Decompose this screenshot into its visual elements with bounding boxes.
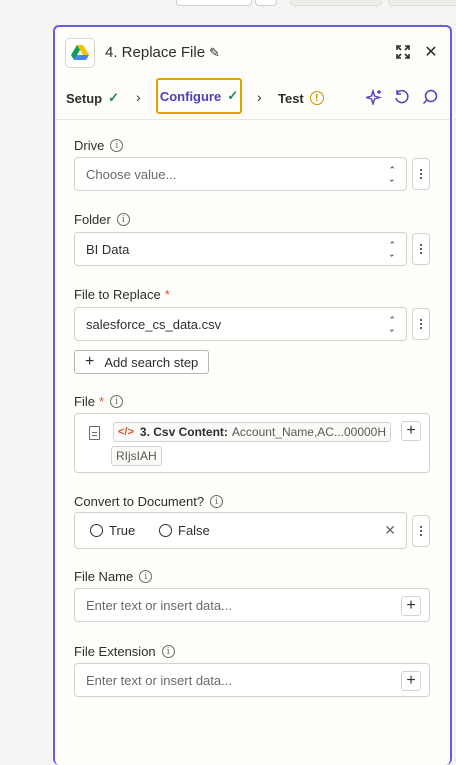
file-extension-input[interactable]: Enter text or insert data... + [74, 663, 430, 697]
ai-sparkle-icon[interactable] [365, 88, 383, 106]
mapped-value-cont: RIjsIAH [116, 449, 157, 463]
radio-circle-icon [159, 524, 172, 537]
folder-label-text: Folder [74, 212, 111, 227]
radio-true-label: True [109, 523, 136, 538]
file-extension-label-text: File Extension [74, 644, 156, 659]
toolbar-button[interactable] [255, 0, 277, 6]
file-extension-placeholder: Enter text or insert data... [86, 672, 232, 688]
expand-icon[interactable] [393, 42, 413, 62]
file-to-replace-label-text: File to Replace [74, 287, 161, 302]
check-icon: ✓ [227, 88, 239, 103]
undo-icon[interactable] [393, 88, 411, 106]
info-icon[interactable]: i [161, 645, 175, 658]
convert-label: Convert to Document? i [74, 494, 224, 509]
tab-setup[interactable]: Setup ✓ [66, 77, 119, 119]
required-mark: * [164, 287, 170, 302]
code-icon: </> [118, 426, 134, 438]
google-drive-icon [65, 38, 95, 68]
close-icon[interactable]: ✕ [421, 42, 441, 62]
mapped-step-name: 3. Csv Content: [139, 425, 228, 439]
chevron-updown-icon: ⌃ ⌃ [388, 165, 396, 184]
mapped-data-pill[interactable]: </> 3. Csv Content: Account_Name,AC...00… [113, 422, 392, 442]
file-name-placeholder: Enter text or insert data... [86, 597, 232, 613]
comment-icon[interactable] [421, 88, 439, 106]
file-to-replace-label: File to Replace * [74, 287, 170, 302]
step-editor-panel: 4. Replace File ✎ ✕ Setup ✓ › Configure … [53, 25, 452, 765]
tab-test-label: Test [278, 90, 304, 106]
warning-icon: ! [309, 91, 324, 105]
radio-false[interactable]: False [159, 523, 210, 538]
chevron-updown-icon: ⌃ ⌃ [388, 315, 396, 334]
chevron-updown-icon: ⌃ ⌃ [388, 240, 396, 259]
toolbar-button[interactable] [388, 0, 456, 6]
mapped-value: Account_Name,AC...00000H [231, 425, 387, 439]
add-search-step-label: Add search step [104, 354, 199, 370]
add-search-step-button[interactable]: + Add search step [74, 350, 210, 374]
folder-select[interactable]: BI Data ⌃ ⌃ [74, 232, 407, 266]
info-icon[interactable]: i [116, 213, 130, 226]
insert-data-plus-icon[interactable]: + [401, 596, 421, 616]
file-label: File * i [74, 394, 124, 409]
file-extension-label: File Extension i [74, 644, 175, 659]
info-icon[interactable]: i [210, 495, 224, 508]
toolbar-button[interactable] [176, 0, 252, 6]
toolbar-button[interactable] [290, 0, 382, 6]
radio-false-label: False [178, 523, 210, 538]
radio-true[interactable]: True [90, 523, 135, 538]
file-to-replace-select[interactable]: salesforce_cs_data.csv ⌃ ⌃ [74, 307, 407, 341]
radio-circle-icon [90, 524, 103, 537]
file-name-label: File Name i [74, 569, 153, 584]
tab-test[interactable]: Test ! [278, 77, 324, 119]
tab-setup-label: Setup [66, 90, 103, 106]
file-to-replace-value: salesforce_cs_data.csv [86, 316, 222, 332]
pencil-icon[interactable]: ✎ [209, 45, 220, 61]
info-icon[interactable]: i [139, 570, 153, 583]
plus-icon: + [85, 353, 95, 370]
drive-label-text: Drive [74, 138, 105, 153]
file-name-input[interactable]: Enter text or insert data... + [74, 588, 430, 622]
file-input[interactable]: </> 3. Csv Content: Account_Name,AC...00… [74, 413, 430, 473]
canvas-toolbar-fragment [0, 0, 456, 6]
insert-data-plus-icon[interactable]: + [401, 421, 421, 441]
check-icon: ✓ [108, 90, 120, 105]
folder-label: Folder i [74, 212, 130, 227]
info-icon[interactable]: i [110, 139, 124, 152]
folder-value: BI Data [86, 241, 130, 257]
chevron-right-icon: › [257, 89, 262, 105]
tab-configure-label: Configure [159, 88, 222, 104]
chevron-right-icon: › [136, 89, 141, 105]
required-mark: * [98, 394, 105, 409]
document-icon [89, 426, 100, 440]
insert-data-plus-icon[interactable]: + [401, 671, 421, 691]
file-label-text: File [74, 394, 95, 409]
clear-icon[interactable]: ✕ [384, 522, 396, 539]
drive-placeholder: Choose value... [86, 166, 177, 182]
drive-more-menu[interactable] [412, 158, 430, 190]
folder-more-menu[interactable] [412, 233, 430, 265]
convert-label-text: Convert to Document? [74, 494, 205, 509]
step-title[interactable]: 4. Replace File [105, 44, 205, 61]
step-tabs: Setup ✓ › Configure ✓ › Test ! [55, 77, 450, 120]
file-name-label-text: File Name [74, 569, 134, 584]
drive-select[interactable]: Choose value... ⌃ ⌃ [74, 157, 407, 191]
drive-label: Drive i [74, 138, 124, 153]
info-icon[interactable]: i [110, 395, 124, 408]
mapped-data-pill-continuation[interactable]: RIjsIAH [111, 446, 162, 466]
convert-more-menu[interactable] [412, 515, 430, 547]
tab-configure[interactable]: Configure ✓ [156, 78, 242, 114]
file-to-replace-more-menu[interactable] [412, 308, 430, 340]
panel-header: 4. Replace File ✎ ✕ [55, 27, 450, 77]
convert-radio-group: True False ✕ [74, 512, 407, 549]
